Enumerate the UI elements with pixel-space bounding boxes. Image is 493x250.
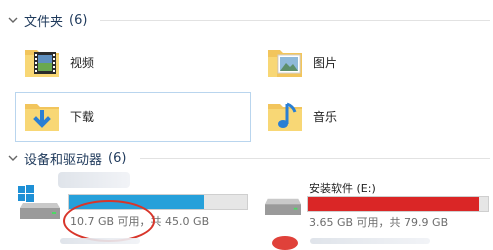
video-folder-icon xyxy=(25,50,59,77)
pictures-folder-icon xyxy=(268,50,302,77)
devices-section-count: (6) xyxy=(108,150,127,166)
folder-label-videos: 视频 xyxy=(70,55,95,70)
folders-section-count: (6) xyxy=(69,12,88,28)
chevron-down-icon[interactable] xyxy=(6,13,20,27)
partial-next-row-item-2 xyxy=(310,238,430,244)
folders-section-divider xyxy=(100,20,490,21)
drive-usage-bar-e xyxy=(307,196,489,212)
chevron-down-icon[interactable] xyxy=(6,151,20,165)
devices-section-title: 设备和驱动器 xyxy=(24,152,103,168)
devices-section-header[interactable]: 设备和驱动器 (6) xyxy=(0,148,126,168)
windows-drive-icon xyxy=(18,185,60,219)
folder-item-music[interactable]: 音乐 xyxy=(265,96,337,136)
folder-label-music: 音乐 xyxy=(313,109,338,124)
drive-space-e: 3.65 GB 可用，共 79.9 GB xyxy=(309,216,449,229)
obscured-drive-label xyxy=(58,172,130,188)
partial-red-icon xyxy=(272,236,298,250)
folder-item-videos[interactable]: 视频 xyxy=(22,42,94,82)
partial-next-row-item xyxy=(60,238,140,244)
folders-section-header[interactable]: 文件夹 (6) xyxy=(0,10,87,30)
music-folder-icon xyxy=(268,102,302,131)
hard-drive-icon xyxy=(265,198,301,215)
folder-item-pictures[interactable]: 图片 xyxy=(265,42,337,82)
drive-usage-fill-e xyxy=(308,197,479,211)
folder-item-downloads[interactable]: 下载 xyxy=(22,96,94,136)
folders-section-title: 文件夹 xyxy=(24,14,64,30)
drive-item-e[interactable]: 安装软件 (E:) 3.65 GB 可用，共 79.9 GB xyxy=(255,170,493,230)
devices-section-divider xyxy=(140,158,490,159)
folder-label-downloads: 下载 xyxy=(70,109,95,124)
folder-label-pictures: 图片 xyxy=(313,55,338,70)
annotation-circle xyxy=(63,200,155,242)
drive-name-e: 安装软件 (E:) xyxy=(309,182,376,195)
downloads-folder-icon xyxy=(25,104,59,131)
